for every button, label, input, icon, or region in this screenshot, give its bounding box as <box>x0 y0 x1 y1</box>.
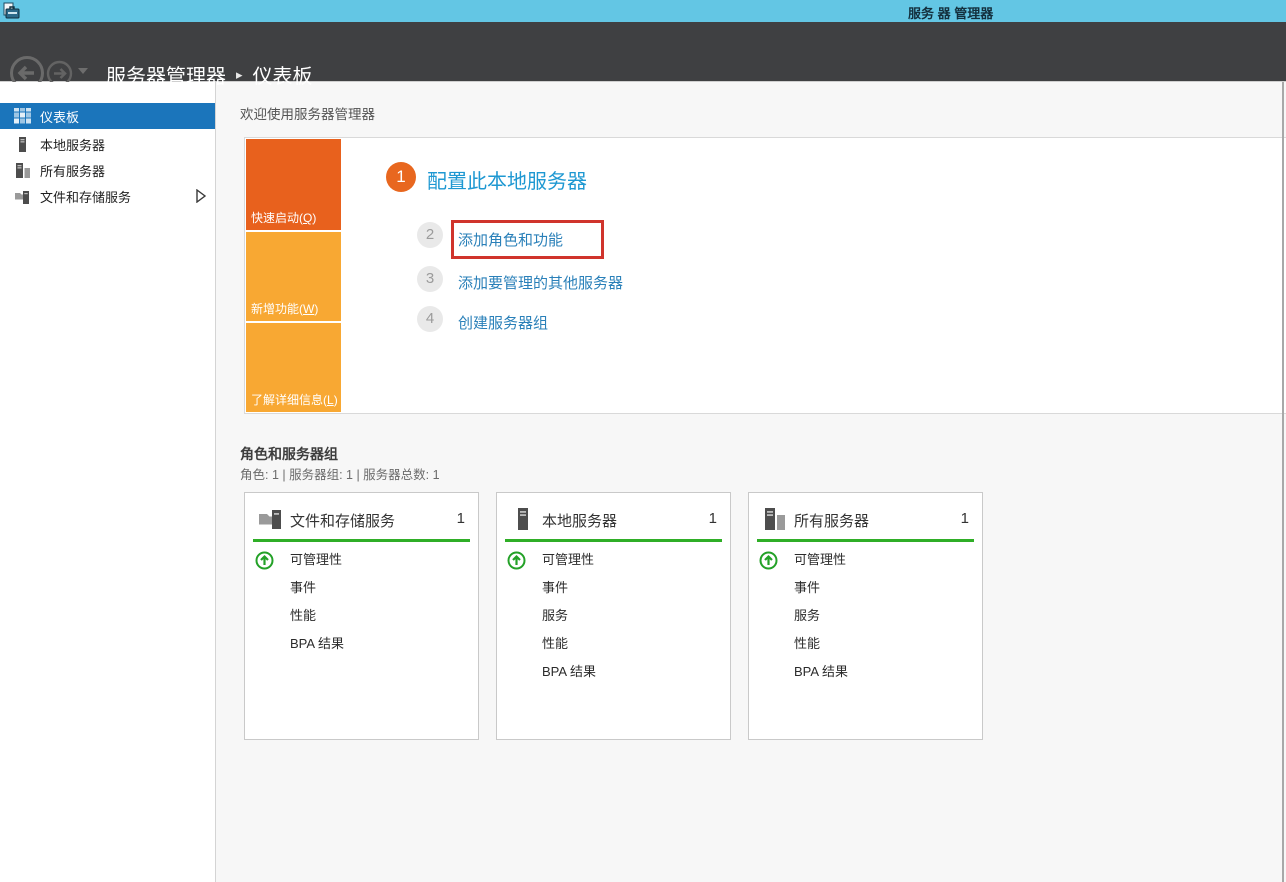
title-bar: 服务 器 管理器 <box>0 0 1286 22</box>
add-other-servers-link[interactable]: 添加要管理的其他服务器 <box>458 272 623 293</box>
expand-arrow-icon[interactable] <box>195 189 207 203</box>
quick-start-tab[interactable]: 快速启动(Q) <box>246 139 341 230</box>
window-title: 服务 器 管理器 <box>908 3 993 22</box>
sidebar-item-label: 文件和存储服务 <box>40 187 131 206</box>
sidebar-item-all-servers[interactable]: 所有服务器 <box>0 157 215 183</box>
card-title[interactable]: 本地服务器 <box>542 510 617 531</box>
file-storage-icon <box>14 188 31 205</box>
history-dropdown-icon[interactable] <box>78 68 88 74</box>
add-roles-features-link[interactable]: 添加角色和功能 <box>458 229 563 250</box>
sidebar-item-label: 所有服务器 <box>40 161 105 180</box>
card-local-server: 本地服务器 1 可管理性 事件 服务 性能 BPA 结果 <box>496 492 731 740</box>
configure-local-server-link[interactable]: 配置此本地服务器 <box>427 165 587 194</box>
card-row-services[interactable]: 服务 <box>497 602 730 630</box>
card-status-line <box>253 539 470 542</box>
card-row-performance[interactable]: 性能 <box>749 630 982 658</box>
card-row-events[interactable]: 事件 <box>245 574 478 602</box>
breadcrumb-current: 仪表板 <box>253 60 313 89</box>
local-server-icon <box>14 136 31 153</box>
card-status-line <box>757 539 974 542</box>
step-2-badge: 2 <box>417 222 443 248</box>
sidebar-item-label: 本地服务器 <box>40 135 105 154</box>
nav-bar: 服务器管理器 ▸ 仪表板 <box>0 22 1286 82</box>
sidebar: 仪表板 本地服务器 所有服务器 文件和存储服务 <box>0 82 216 882</box>
quick-start-label: 快速启动(Q) <box>251 209 316 226</box>
card-row-manageability[interactable]: 可管理性 <box>497 546 730 574</box>
whats-new-tab[interactable]: 新增功能(W) <box>246 232 341 321</box>
card-row-manageability[interactable]: 可管理性 <box>749 546 982 574</box>
server-manager-window: 服务 器 管理器 服务器管理器 ▸ 仪表板 仪表板 <box>0 0 1286 882</box>
card-row-bpa-results[interactable]: BPA 结果 <box>245 630 478 658</box>
roles-section-heading: 角色和服务器组 <box>240 444 338 464</box>
card-row-performance[interactable]: 性能 <box>245 602 478 630</box>
card-status-line <box>505 539 722 542</box>
roles-summary: 角色: 1 | 服务器组: 1 | 服务器总数: 1 <box>240 464 440 483</box>
whats-new-label: 新增功能(W) <box>251 300 318 317</box>
all-servers-icon <box>762 506 788 532</box>
step-4-badge: 4 <box>417 306 443 332</box>
local-server-icon <box>510 506 536 532</box>
dashboard-grid-icon <box>14 108 31 125</box>
card-count: 1 <box>709 510 717 527</box>
all-servers-icon <box>14 162 31 179</box>
learn-more-label: 了解详细信息(L) <box>251 391 338 408</box>
card-row-manageability[interactable]: 可管理性 <box>245 546 478 574</box>
card-row-services[interactable]: 服务 <box>749 602 982 630</box>
card-row-events[interactable]: 事件 <box>749 574 982 602</box>
up-arrow-status-icon <box>507 551 526 570</box>
card-file-storage-services: 文件和存储服务 1 可管理性 事件 性能 BPA 结果 <box>244 492 479 740</box>
welcome-heading: 欢迎使用服务器管理器 <box>240 103 375 123</box>
window-right-edge <box>1282 82 1284 882</box>
card-row-events[interactable]: 事件 <box>497 574 730 602</box>
up-arrow-status-icon <box>255 551 274 570</box>
card-row-bpa-results[interactable]: BPA 结果 <box>497 658 730 686</box>
sidebar-item-label: 仪表板 <box>40 107 79 126</box>
card-row-performance[interactable]: 性能 <box>497 630 730 658</box>
learn-more-tab[interactable]: 了解详细信息(L) <box>246 323 341 412</box>
card-count: 1 <box>457 510 465 527</box>
card-row-bpa-results[interactable]: BPA 结果 <box>749 658 982 686</box>
card-all-servers: 所有服务器 1 可管理性 事件 服务 性能 BPA 结果 <box>748 492 983 740</box>
breadcrumb-separator-icon: ▸ <box>236 67 243 83</box>
sidebar-item-file-storage-services[interactable]: 文件和存储服务 <box>0 183 215 209</box>
step-3-badge: 3 <box>417 266 443 292</box>
file-storage-icon <box>258 506 284 532</box>
step-1-badge: 1 <box>386 162 416 192</box>
server-manager-app-icon <box>3 2 21 20</box>
up-arrow-status-icon <box>759 551 778 570</box>
card-title[interactable]: 所有服务器 <box>794 510 869 531</box>
create-server-group-link[interactable]: 创建服务器组 <box>458 312 548 333</box>
sidebar-item-dashboard[interactable]: 仪表板 <box>0 103 215 129</box>
card-title[interactable]: 文件和存储服务 <box>290 510 395 531</box>
sidebar-item-local-server[interactable]: 本地服务器 <box>0 131 215 157</box>
card-count: 1 <box>961 510 969 527</box>
